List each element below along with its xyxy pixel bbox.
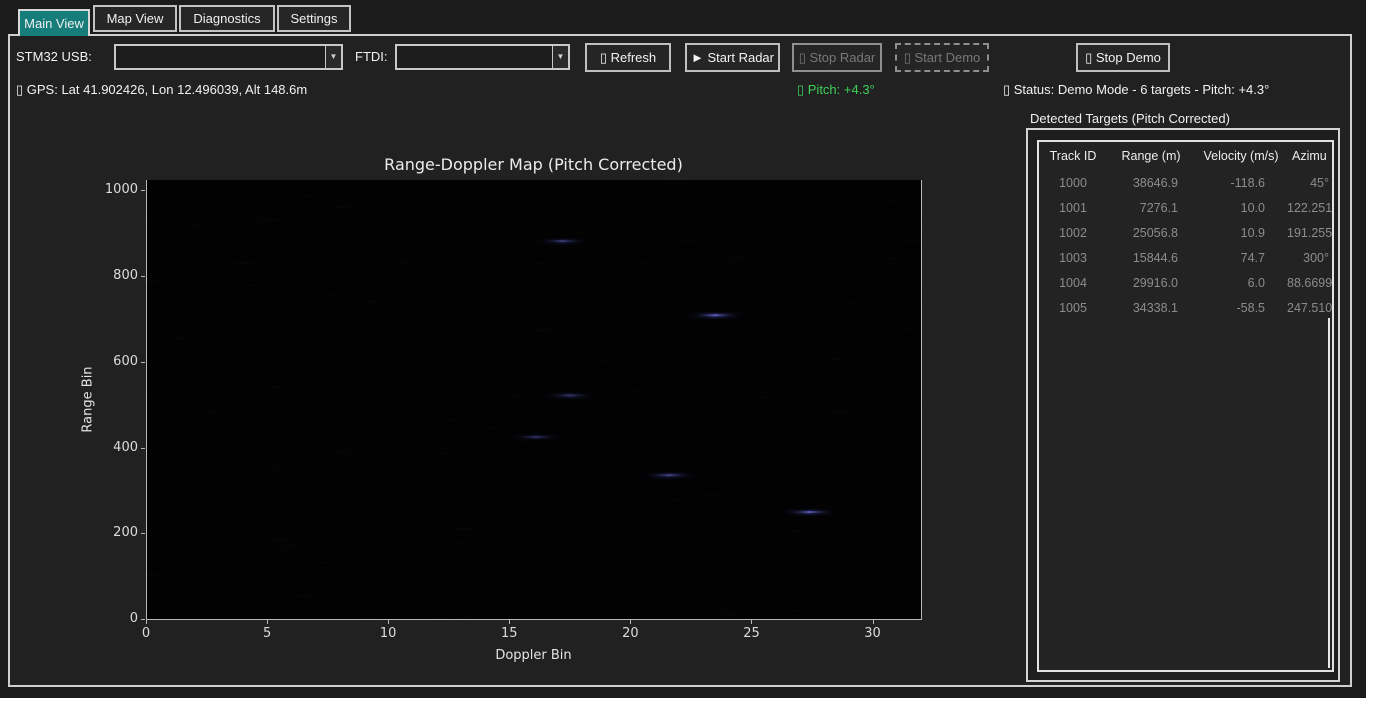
table-cell: 191.2552 — [1287, 226, 1332, 240]
tick-label: 30 — [853, 626, 893, 641]
chart-title: Range-Doppler Map (Pitch Corrected) — [146, 155, 921, 174]
tickmark — [873, 620, 874, 624]
table-cell: 1002 — [1039, 226, 1107, 240]
stm32-usb-combobox-dropdown-button[interactable]: ▼ — [325, 46, 341, 68]
start-radar-button[interactable]: ► Start Radar — [685, 43, 780, 72]
tick-label: 10 — [368, 626, 408, 641]
table-row[interactable]: 100429916.06.088.66998 — [1039, 270, 1332, 295]
tickmark — [141, 276, 145, 277]
table-row[interactable]: 10017276.110.0122.2510 — [1039, 195, 1332, 220]
tab-settings[interactable]: Settings — [277, 5, 351, 32]
tickmark — [751, 620, 752, 624]
table-cell: 300° — [1287, 251, 1332, 265]
tickmark — [141, 448, 145, 449]
tickmark — [509, 620, 510, 624]
column-header-azimu[interactable]: Azimu — [1287, 149, 1332, 163]
chevron-down-icon: ▼ — [557, 53, 565, 61]
tickmark — [141, 362, 145, 363]
table-cell: 1003 — [1039, 251, 1107, 265]
table-cell: 34338.1 — [1107, 301, 1195, 315]
app-root: Main ViewMap ViewDiagnosticsSettings STM… — [0, 0, 1380, 716]
heatmap-canvas — [146, 180, 921, 619]
x-axis-label: Doppler Bin — [146, 648, 921, 663]
table-cell: 122.2510 — [1287, 201, 1332, 215]
table-cell: 10.0 — [1195, 201, 1287, 215]
start-demo-button[interactable]: ▯ Start Demo — [895, 43, 989, 72]
table-cell: 15844.6 — [1107, 251, 1195, 265]
tickmark — [141, 533, 145, 534]
stm32-usb-combobox[interactable]: ▼ — [114, 44, 343, 70]
demo-status-text: ▯ Status: Demo Mode - 6 targets - Pitch:… — [1003, 82, 1269, 98]
table-cell: 10.9 — [1195, 226, 1287, 240]
table-cell: -118.6 — [1195, 176, 1287, 190]
table-cell: 88.66998 — [1287, 276, 1332, 290]
table-cell: -58.5 — [1195, 301, 1287, 315]
table-cell: 1004 — [1039, 276, 1107, 290]
chevron-down-icon: ▼ — [330, 53, 338, 61]
table-row[interactable]: 100315844.674.7300° — [1039, 245, 1332, 270]
ftdi-label: FTDI: — [355, 49, 388, 64]
spine — [146, 180, 147, 619]
spine — [921, 180, 922, 620]
gps-status-text: ▯ GPS: Lat 41.902426, Lon 12.496039, Alt… — [16, 82, 307, 98]
detected-targets-caption: Detected Targets (Pitch Corrected) — [1030, 111, 1230, 126]
tick-label: 5 — [247, 626, 287, 641]
tickmark — [630, 620, 631, 624]
stop-radar-button[interactable]: ▯ Stop Radar — [792, 43, 882, 72]
refresh-button[interactable]: ▯ Refresh — [585, 43, 671, 72]
tickmark — [141, 619, 145, 620]
column-header-track-id[interactable]: Track ID — [1039, 149, 1107, 163]
tick-label: 25 — [731, 626, 771, 641]
table-cell: 45° — [1287, 176, 1332, 190]
stm32-usb-label: STM32 USB: — [16, 49, 92, 64]
column-header-range-m[interactable]: Range (m) — [1107, 149, 1195, 163]
table-scrollbar[interactable] — [1328, 318, 1330, 668]
table-cell: 29916.0 — [1107, 276, 1195, 290]
table-row[interactable]: 100534338.1-58.5247.5104 — [1039, 295, 1332, 320]
tick-label: 200 — [96, 525, 138, 540]
tickmark — [388, 620, 389, 624]
table-cell: 1000 — [1039, 176, 1107, 190]
table-cell: 38646.9 — [1107, 176, 1195, 190]
tickmark — [267, 620, 268, 624]
tickmark — [146, 620, 147, 624]
table-cell: 74.7 — [1195, 251, 1287, 265]
table-header-row: Track IDRange (m)Velocity (m/s)Azimu — [1039, 142, 1332, 170]
tick-label: 0 — [126, 626, 166, 641]
tick-label: 400 — [96, 440, 138, 455]
table-cell: 1001 — [1039, 201, 1107, 215]
tick-label: 15 — [489, 626, 529, 641]
tickmark — [141, 190, 145, 191]
table-cell: 247.5104 — [1287, 301, 1332, 315]
ftdi-combobox[interactable]: ▼ — [395, 44, 570, 70]
tab-diagnostics[interactable]: Diagnostics — [179, 5, 275, 32]
table-row[interactable]: 100225056.810.9191.2552 — [1039, 220, 1332, 245]
tick-label: 1000 — [96, 182, 138, 197]
tick-label: 800 — [96, 268, 138, 283]
tab-main-view[interactable]: Main View — [18, 9, 90, 36]
table-row[interactable]: 100038646.9-118.645° — [1039, 170, 1332, 195]
column-header-velocity-m-s[interactable]: Velocity (m/s) — [1195, 149, 1287, 163]
table-cell: 25056.8 — [1107, 226, 1195, 240]
pitch-status-text: ▯ Pitch: +4.3° — [797, 82, 875, 98]
detected-targets-table[interactable]: Track IDRange (m)Velocity (m/s)Azimu1000… — [1037, 140, 1334, 672]
tab-map-view[interactable]: Map View — [93, 5, 177, 32]
app-window: Main ViewMap ViewDiagnosticsSettings STM… — [0, 0, 1366, 698]
table-cell: 7276.1 — [1107, 201, 1195, 215]
ftdi-combobox-dropdown-button[interactable]: ▼ — [552, 46, 568, 68]
table-cell: 1005 — [1039, 301, 1107, 315]
y-axis-label: Range Bin — [81, 350, 96, 450]
table-cell: 6.0 — [1195, 276, 1287, 290]
spine — [146, 619, 922, 620]
stop-demo-button[interactable]: ▯ Stop Demo — [1076, 43, 1170, 72]
range-doppler-heatmap — [146, 180, 921, 619]
tick-label: 20 — [610, 626, 650, 641]
tick-label: 0 — [96, 611, 138, 626]
tick-label: 600 — [96, 354, 138, 369]
